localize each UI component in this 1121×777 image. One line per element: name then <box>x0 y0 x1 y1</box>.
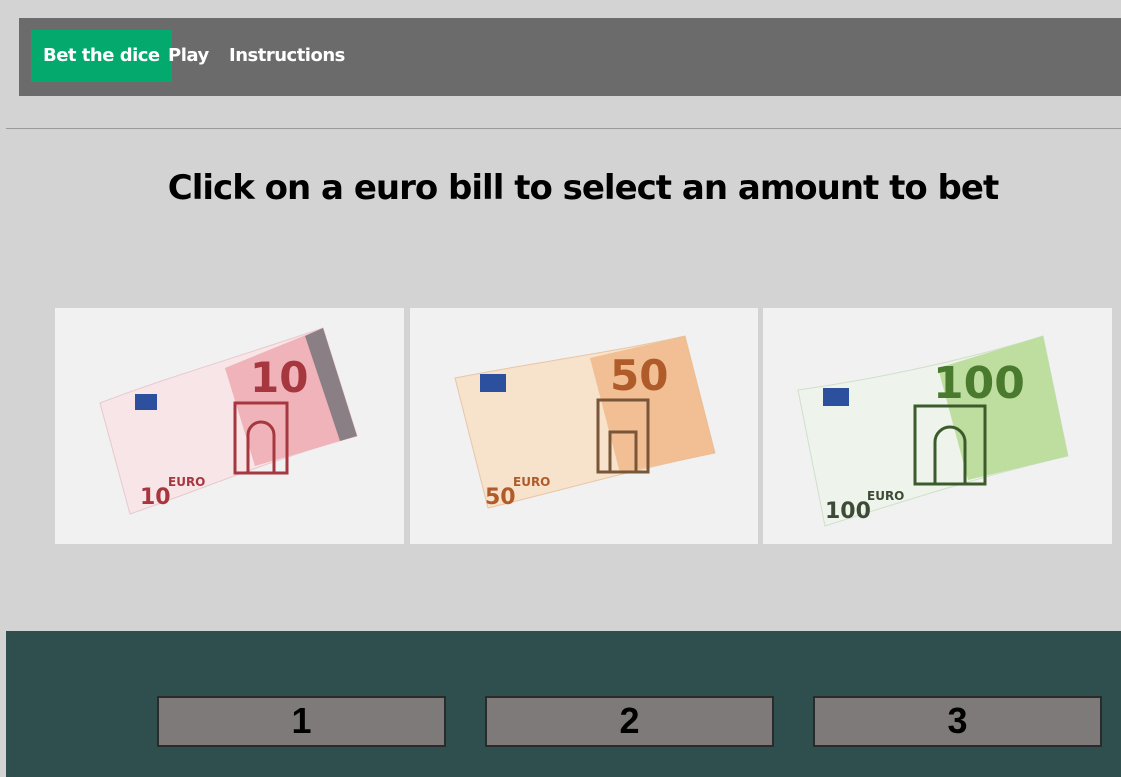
dice-button-3[interactable]: 3 <box>813 696 1102 747</box>
bill-10-big-value: 10 <box>250 353 308 402</box>
bill-100-small-value: 100 <box>825 499 871 524</box>
nav-play[interactable]: Play <box>156 30 221 82</box>
euro-bill-50-image: 50 50 EURO <box>410 308 758 544</box>
bill-50-currency: EURO <box>513 475 550 489</box>
section-divider <box>6 128 1121 129</box>
bill-100-currency: EURO <box>867 489 904 503</box>
euro-bill-50[interactable]: 50 50 EURO <box>410 308 758 544</box>
euro-bill-10-image: 10 10 EURO <box>55 308 404 544</box>
euro-bill-100[interactable]: 100 100 EURO <box>763 308 1112 544</box>
euro-bill-10[interactable]: 10 10 EURO <box>55 308 404 544</box>
top-navbar: Bet the dice Play Instructions <box>19 18 1121 96</box>
bill-100-big-value: 100 <box>933 358 1025 409</box>
nav-bet-the-dice[interactable]: Bet the dice <box>31 30 172 82</box>
bill-10-currency: EURO <box>168 475 205 489</box>
dice-button-1[interactable]: 1 <box>157 696 446 747</box>
bill-50-big-value: 50 <box>610 351 668 400</box>
euro-bill-100-image: 100 100 EURO <box>763 308 1112 544</box>
bill-50-small-value: 50 <box>485 485 516 510</box>
dice-button-2[interactable]: 2 <box>485 696 774 747</box>
bill-10-small-value: 10 <box>140 485 171 510</box>
page-heading: Click on a euro bill to select an amount… <box>167 168 999 208</box>
nav-instructions[interactable]: Instructions <box>217 30 357 82</box>
